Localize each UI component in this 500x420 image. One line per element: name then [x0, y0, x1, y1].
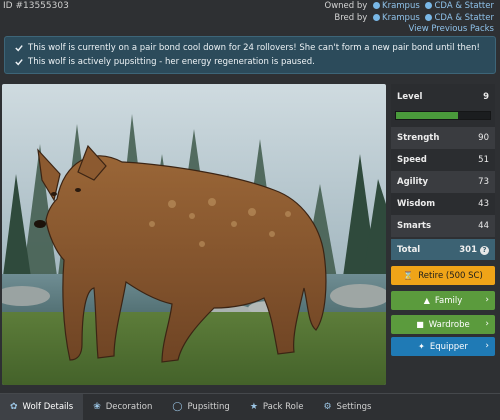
total-label: Total — [397, 244, 421, 255]
smarts-value: 44 — [478, 221, 489, 231]
alert-item: This wolf is currently on a pair bond co… — [15, 41, 485, 55]
top-info-bar: ID #13555303 Owned by Krampus CDA & Stat… — [0, 0, 500, 36]
owner-link-2[interactable]: CDA & Statter — [434, 1, 494, 11]
owned-by-line: Owned by Krampus CDA & Statter — [325, 1, 495, 11]
level-label: Level — [397, 91, 423, 102]
strength-row: Strength 90 — [391, 127, 495, 149]
wardrobe-label: Wardrobe — [428, 319, 470, 330]
breeder-link-1[interactable]: Krampus — [382, 13, 420, 23]
tree-icon: ▲ — [423, 296, 430, 305]
user-icon — [373, 2, 380, 9]
agility-row: Agility 73 — [391, 171, 495, 193]
user-icon — [425, 2, 433, 9]
tab-label: Pack Role — [262, 402, 304, 412]
wisdom-label: Wisdom — [397, 199, 436, 209]
tab-pack-role[interactable]: ★ Pack Role — [240, 394, 314, 420]
alert-text: This wolf is actively pupsitting - her e… — [28, 57, 315, 67]
owned-by-label: Owned by — [324, 1, 368, 11]
total-row: Total 301? — [391, 239, 495, 260]
user-icon — [373, 14, 380, 21]
level-row: Level 9 — [391, 84, 495, 109]
check-icon — [15, 59, 23, 66]
shield-icon: ◯ — [172, 402, 183, 412]
speed-value: 51 — [478, 155, 489, 165]
wisdom-row: Wisdom 43 — [391, 193, 495, 215]
retire-button[interactable]: ⌛ Retire (500 SC) — [391, 266, 495, 285]
view-previous-packs-link[interactable]: View Previous Packs — [409, 24, 494, 34]
xp-fill — [396, 111, 459, 119]
total-value-wrap: 301? — [459, 245, 489, 255]
speed-label: Speed — [397, 155, 427, 165]
breeder-link-2[interactable]: CDA & Statter — [434, 13, 494, 23]
smarts-label: Smarts — [397, 221, 432, 231]
paw-icon: ✿ — [10, 402, 18, 412]
tab-label: Wolf Details — [22, 402, 74, 412]
feather-icon: ❀ — [93, 402, 101, 412]
wisdom-value: 43 — [478, 199, 489, 209]
alert-item: This wolf is actively pupsitting - her e… — [15, 55, 485, 69]
stats-panel: Level 9 Strength 90 Speed 51 Agility 73 … — [391, 84, 495, 260]
status-alert: This wolf is currently on a pair bond co… — [4, 36, 496, 74]
bred-by-label: Bred by — [334, 13, 368, 23]
wrench-icon: ✦ — [418, 342, 425, 351]
retire-label: Retire (500 SC) — [418, 270, 483, 281]
hourglass-icon: ⌛ — [403, 271, 414, 280]
wolf-image — [2, 84, 386, 385]
tab-label: Settings — [336, 402, 372, 412]
xp-track — [395, 110, 491, 120]
user-icon — [425, 14, 433, 21]
alert-text: This wolf is currently on a pair bond co… — [28, 43, 480, 53]
family-label: Family — [434, 295, 463, 306]
tab-wolf-details[interactable]: ✿ Wolf Details — [0, 394, 84, 420]
tab-decoration[interactable]: ❀ Decoration — [83, 394, 162, 420]
chevron-right-icon: › — [485, 295, 489, 305]
bred-by-line: Bred by Krampus CDA & Statter — [334, 13, 494, 23]
tab-settings[interactable]: ⚙ Settings — [313, 394, 381, 420]
tab-label: Decoration — [105, 402, 153, 412]
tab-pupsitting[interactable]: ◯ Pupsitting — [162, 394, 239, 420]
shirt-icon: ■ — [416, 320, 424, 329]
equipper-button[interactable]: ✦ Equipper › — [391, 337, 495, 356]
help-icon[interactable]: ? — [480, 245, 489, 255]
family-button[interactable]: ▲ Family › — [391, 291, 495, 310]
wolf-id: ID #13555303 — [3, 1, 69, 11]
tab-label: Pupsitting — [187, 402, 230, 412]
chevron-right-icon: › — [485, 341, 489, 351]
agility-label: Agility — [397, 177, 429, 187]
star-icon: ★ — [249, 402, 258, 412]
owner-link-1[interactable]: Krampus — [382, 1, 420, 11]
chevron-right-icon: › — [485, 319, 489, 329]
equipper-label: Equipper — [429, 341, 468, 352]
xp-bar — [391, 109, 495, 121]
tab-bar: ✿ Wolf Details ❀ Decoration ◯ Pupsitting… — [0, 393, 500, 420]
level-value: 9 — [483, 91, 489, 102]
agility-value: 73 — [478, 177, 489, 187]
speed-row: Speed 51 — [391, 149, 495, 171]
smarts-row: Smarts 44 — [391, 215, 495, 237]
strength-value: 90 — [478, 133, 489, 143]
strength-label: Strength — [397, 133, 440, 143]
wardrobe-button[interactable]: ■ Wardrobe › — [391, 315, 495, 334]
total-value: 301 — [459, 244, 477, 255]
check-icon — [15, 45, 23, 52]
gear-icon: ⚙ — [323, 402, 332, 412]
